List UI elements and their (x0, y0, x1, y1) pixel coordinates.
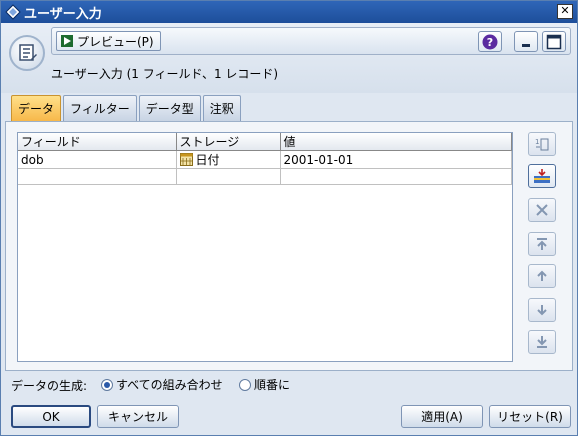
close-icon: ✕ (560, 4, 570, 17)
value-cell[interactable] (280, 168, 512, 185)
delete-icon (536, 204, 548, 216)
minimize-button[interactable] (514, 31, 538, 52)
move-bottom-button[interactable] (528, 330, 556, 354)
maximize-button[interactable] (542, 31, 566, 52)
field-cell[interactable]: dob (18, 150, 177, 169)
tab-data[interactable]: データ (11, 95, 62, 121)
tab-label: データ (18, 102, 55, 116)
radio-in-order[interactable]: 順番に (239, 376, 290, 393)
cancel-label: キャンセル (107, 410, 168, 424)
help-icon: ? (482, 34, 498, 49)
move-down-button[interactable] (528, 298, 556, 322)
field-table[interactable]: フィールド ストレージ 値 dob 日付 2001-01-01 (17, 132, 513, 362)
tab-label: フィルター (70, 102, 130, 116)
radio-unchecked-icon[interactable] (239, 378, 251, 391)
close-button[interactable]: ✕ (557, 4, 573, 19)
move-top-button[interactable] (528, 232, 556, 256)
move-down-icon (537, 305, 547, 316)
node-header: プレビュー(P) ? ユーザー入力 (1 フィールド、1 レコード) (1, 23, 577, 93)
tab-label: 注釈 (209, 102, 234, 116)
ok-button[interactable]: OK (11, 405, 91, 428)
tab-annotation[interactable]: 注釈 (202, 95, 241, 121)
user-input-dialog: ユーザー入力 ✕ プレビュー(P) ? ユーザー入力 (1 フィールド、1 レコ… (0, 0, 578, 436)
title-bar[interactable]: ユーザー入力 ✕ (1, 1, 577, 23)
radio-checked-icon[interactable] (101, 378, 113, 391)
help-button[interactable]: ? (478, 31, 502, 52)
ok-label: OK (42, 409, 60, 424)
help-symbol: ? (487, 36, 493, 49)
apply-label: 適用(A) (421, 410, 463, 424)
node-summary: ユーザー入力 (1 フィールド、1 レコード) (51, 67, 279, 81)
radio-all-combinations[interactable]: すべての組み合わせ (101, 376, 223, 393)
form-icon (19, 44, 37, 61)
field-grid: フィールド ストレージ 値 dob 日付 2001-01-01 (18, 133, 512, 185)
move-top-icon (537, 238, 547, 250)
play-icon (61, 35, 73, 47)
tab-data-type[interactable]: データ型 (138, 95, 201, 121)
node-toolbar: プレビュー(P) ? (51, 27, 571, 55)
move-up-icon (537, 270, 547, 281)
minimize-icon (522, 43, 530, 47)
field-cell[interactable] (18, 168, 177, 185)
add-field-button[interactable] (528, 164, 556, 188)
delete-field-button[interactable] (528, 198, 556, 222)
preview-button[interactable]: プレビュー(P) (56, 31, 161, 51)
calendar-icon (179, 153, 193, 166)
table-row[interactable] (18, 168, 512, 185)
generation-label: データの生成: (11, 379, 88, 393)
import-fields-button[interactable]: 1 (528, 132, 556, 156)
storage-cell[interactable]: 日付 (176, 150, 281, 169)
value-cell[interactable]: 2001-01-01 (280, 150, 512, 169)
move-up-button[interactable] (528, 264, 556, 288)
reset-label: リセット(R) (497, 410, 563, 424)
tab-bar: データ フィルター データ型 注釈 (11, 95, 241, 121)
move-bottom-icon (537, 336, 547, 348)
column-header-storage[interactable]: ストレージ (176, 133, 281, 151)
preview-label: プレビュー(P) (77, 34, 154, 49)
tab-filter[interactable]: フィルター (63, 95, 137, 121)
column-header-value[interactable]: 値 (280, 133, 512, 151)
window-title: ユーザー入力 (24, 6, 102, 22)
column-header-field[interactable]: フィールド (18, 133, 177, 151)
apply-button[interactable]: 適用(A) (401, 405, 483, 428)
cancel-button[interactable]: キャンセル (97, 405, 179, 428)
storage-label: 日付 (195, 153, 220, 167)
table-row[interactable]: dob 日付 2001-01-01 (18, 150, 512, 169)
user-input-node-icon (9, 35, 45, 71)
svg-text:1: 1 (535, 138, 539, 146)
add-row-icon (534, 169, 550, 183)
diamond-app-icon (5, 4, 21, 20)
table-header-row: フィールド ストレージ 値 (18, 133, 512, 151)
import-icon: 1 (535, 138, 549, 151)
radio-label: 順番に (254, 378, 291, 392)
data-tab-panel: フィールド ストレージ 値 dob 日付 2001-01-01 1 (5, 121, 573, 371)
reset-button[interactable]: リセット(R) (489, 405, 571, 428)
maximize-icon (546, 34, 562, 49)
storage-cell[interactable] (176, 168, 281, 185)
radio-label: すべての組み合わせ (116, 378, 223, 392)
tab-label: データ型 (145, 102, 194, 116)
